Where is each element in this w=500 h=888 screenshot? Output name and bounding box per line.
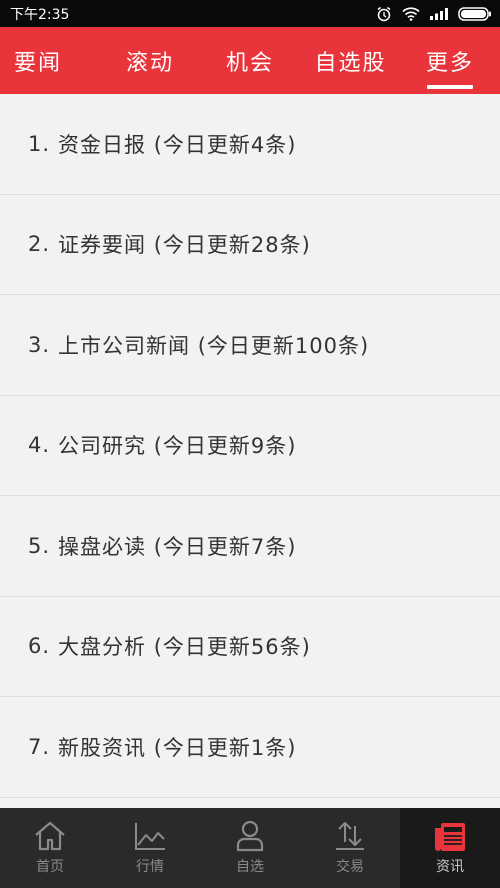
list-item[interactable]: 4. 公司研究 (今日更新9条) bbox=[0, 396, 500, 496]
alarm-icon bbox=[376, 6, 392, 22]
top-tab-bar: 要闻 滚动 机会 自选股 更多 bbox=[0, 27, 500, 94]
item-number: 4. bbox=[28, 433, 51, 458]
list-item[interactable]: 7. 新股资讯 (今日更新1条) bbox=[0, 697, 500, 798]
tab-label: 自选股 bbox=[314, 50, 387, 76]
item-number: 3. bbox=[28, 332, 51, 357]
item-text: 新股资讯 (今日更新1条) bbox=[58, 735, 297, 760]
tab-opportunity[interactable]: 机会 bbox=[224, 27, 276, 94]
status-time: 下午2:35 bbox=[10, 6, 70, 23]
active-tab-indicator bbox=[427, 85, 473, 89]
item-text: 上市公司新闻 (今日更新100条) bbox=[58, 333, 370, 358]
list-item[interactable]: 3. 上市公司新闻 (今日更新100条) bbox=[0, 295, 500, 396]
tab-label: 滚动 bbox=[125, 50, 174, 76]
home-icon bbox=[33, 820, 67, 856]
news-category-list: 1. 资金日报 (今日更新4条) 2. 证券要闻 (今日更新28条) 3. 上市… bbox=[0, 94, 500, 808]
nav-market[interactable]: 行情 bbox=[100, 808, 200, 888]
status-bar: 下午2:35 bbox=[0, 0, 500, 27]
person-icon bbox=[233, 820, 267, 856]
item-text: 证券要闻 (今日更新28条) bbox=[58, 233, 311, 258]
nav-watchlist[interactable]: 自选 bbox=[200, 808, 300, 888]
item-text: 大盘分析 (今日更新56条) bbox=[58, 635, 311, 660]
nav-label: 交易 bbox=[336, 859, 364, 875]
nav-label: 行情 bbox=[136, 859, 164, 875]
signal-icon bbox=[430, 7, 448, 20]
list-item[interactable]: 2. 证券要闻 (今日更新28条) bbox=[0, 195, 500, 295]
item-number: 5. bbox=[28, 533, 51, 558]
tab-rolling[interactable]: 滚动 bbox=[76, 27, 224, 94]
nav-label: 自选 bbox=[236, 859, 264, 875]
item-text: 操盘必读 (今日更新7条) bbox=[58, 534, 297, 559]
tab-label: 机会 bbox=[225, 50, 274, 76]
nav-home[interactable]: 首页 bbox=[0, 808, 100, 888]
item-text: 资金日报 (今日更新4条) bbox=[58, 132, 297, 157]
nav-trade[interactable]: 交易 bbox=[300, 808, 400, 888]
tab-headlines[interactable]: 要闻 bbox=[0, 27, 76, 94]
status-icons bbox=[376, 6, 492, 22]
item-text: 公司研究 (今日更新9条) bbox=[58, 434, 297, 459]
battery-icon bbox=[458, 6, 492, 21]
news-icon bbox=[433, 820, 467, 856]
tab-watchlist[interactable]: 自选股 bbox=[276, 27, 425, 94]
item-number: 2. bbox=[28, 232, 51, 257]
tab-label: 更多 bbox=[425, 50, 474, 76]
bottom-nav: 首页 行情 自选 交易 资讯 bbox=[0, 808, 500, 888]
nav-label: 首页 bbox=[36, 859, 64, 875]
item-number: 7. bbox=[28, 734, 51, 759]
nav-label: 资讯 bbox=[436, 859, 464, 875]
wifi-icon bbox=[402, 6, 420, 21]
list-item[interactable]: 6. 大盘分析 (今日更新56条) bbox=[0, 597, 500, 697]
chart-icon bbox=[133, 820, 167, 856]
list-item[interactable]: 5. 操盘必读 (今日更新7条) bbox=[0, 496, 500, 597]
item-number: 1. bbox=[28, 131, 51, 156]
list-item[interactable]: 1. 资金日报 (今日更新4条) bbox=[0, 94, 500, 195]
nav-news[interactable]: 资讯 bbox=[400, 808, 500, 888]
tab-label: 要闻 bbox=[13, 50, 62, 76]
tab-more[interactable]: 更多 bbox=[425, 27, 475, 94]
item-number: 6. bbox=[28, 634, 51, 659]
transfer-icon bbox=[333, 820, 367, 856]
